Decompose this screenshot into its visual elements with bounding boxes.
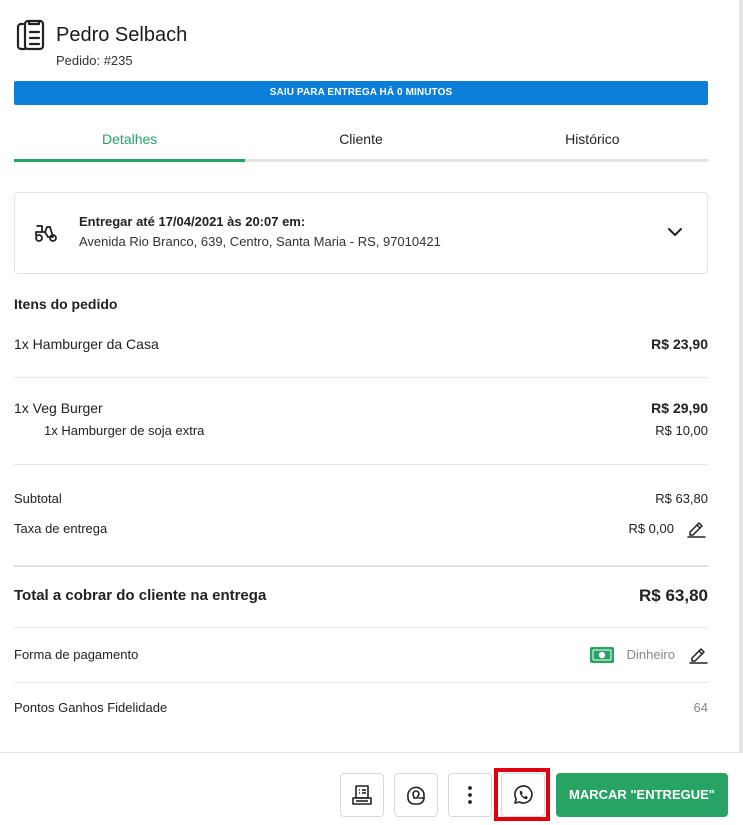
scrollbar[interactable] — [739, 0, 743, 752]
item-price: R$ 23,90 — [651, 336, 708, 352]
tab-historico[interactable]: Histórico — [477, 118, 708, 159]
extra-name: 1x Hamburger de soja extra — [44, 423, 205, 438]
divider — [14, 682, 708, 683]
order-details-panel: Pedro Selbach Pedido: #235 SAIU PARA ENT… — [0, 0, 743, 825]
subtotal-label: Subtotal — [14, 491, 62, 506]
edit-delivery-fee-icon[interactable] — [686, 518, 706, 538]
delivery-deadline: Entregar até 17/04/2021 às 20:07 em: — [79, 214, 306, 229]
loyalty-value: 64 — [693, 700, 708, 715]
print-button[interactable] — [340, 773, 384, 817]
edit-payment-icon[interactable] — [688, 644, 708, 664]
extra-price: R$ 10,00 — [655, 423, 708, 438]
subtotal-value: R$ 63,80 — [655, 491, 708, 506]
chevron-down-icon[interactable] — [667, 224, 683, 240]
item-name: 1x Hamburger da Casa — [14, 336, 159, 352]
delivery-fee-value: R$ 0,00 — [628, 521, 674, 536]
total-label: Total a cobrar do cliente na entrega — [14, 587, 267, 604]
more-vertical-icon — [468, 786, 472, 804]
delivery-address: Avenida Rio Branco, 639, Centro, Santa M… — [79, 234, 441, 249]
items-section-title: Itens do pedido — [14, 296, 118, 312]
divider — [14, 464, 708, 465]
assign-courier-button[interactable] — [394, 773, 438, 817]
delivery-scooter-icon — [35, 225, 57, 242]
cash-icon — [590, 647, 614, 663]
payment-method: Dinheiro — [626, 647, 675, 662]
loyalty-label: Pontos Ganhos Fidelidade — [14, 700, 168, 715]
divider — [14, 627, 708, 628]
footer-divider — [0, 752, 743, 753]
divider — [14, 377, 708, 378]
receipt-printer-icon — [352, 785, 372, 805]
divider — [14, 565, 708, 567]
helmet-icon — [407, 786, 425, 805]
item-name: 1x Veg Burger — [14, 400, 103, 416]
status-banner: SAIU PARA ENTREGA HÁ 0 MINUTOS — [14, 81, 708, 105]
highlight-box — [494, 768, 550, 821]
mark-delivered-button[interactable]: MARCAR "ENTREGUE" — [556, 773, 728, 817]
tab-cliente[interactable]: Cliente — [245, 118, 476, 159]
clipboard-list-icon — [16, 19, 45, 51]
order-number: Pedido: #235 — [56, 53, 133, 68]
delivery-fee-label: Taxa de entrega — [14, 521, 108, 536]
tab-detalhes[interactable]: Detalhes — [14, 118, 246, 162]
delivery-card[interactable]: Entregar até 17/04/2021 às 20:07 em: Ave… — [14, 192, 708, 274]
customer-name: Pedro Selbach — [56, 24, 188, 46]
item-price: R$ 29,90 — [651, 400, 708, 416]
tab-bar: Detalhes Cliente Histórico — [14, 118, 708, 162]
more-options-button[interactable] — [448, 773, 492, 817]
payment-label: Forma de pagamento — [14, 647, 139, 662]
total-value: R$ 63,80 — [639, 586, 708, 605]
